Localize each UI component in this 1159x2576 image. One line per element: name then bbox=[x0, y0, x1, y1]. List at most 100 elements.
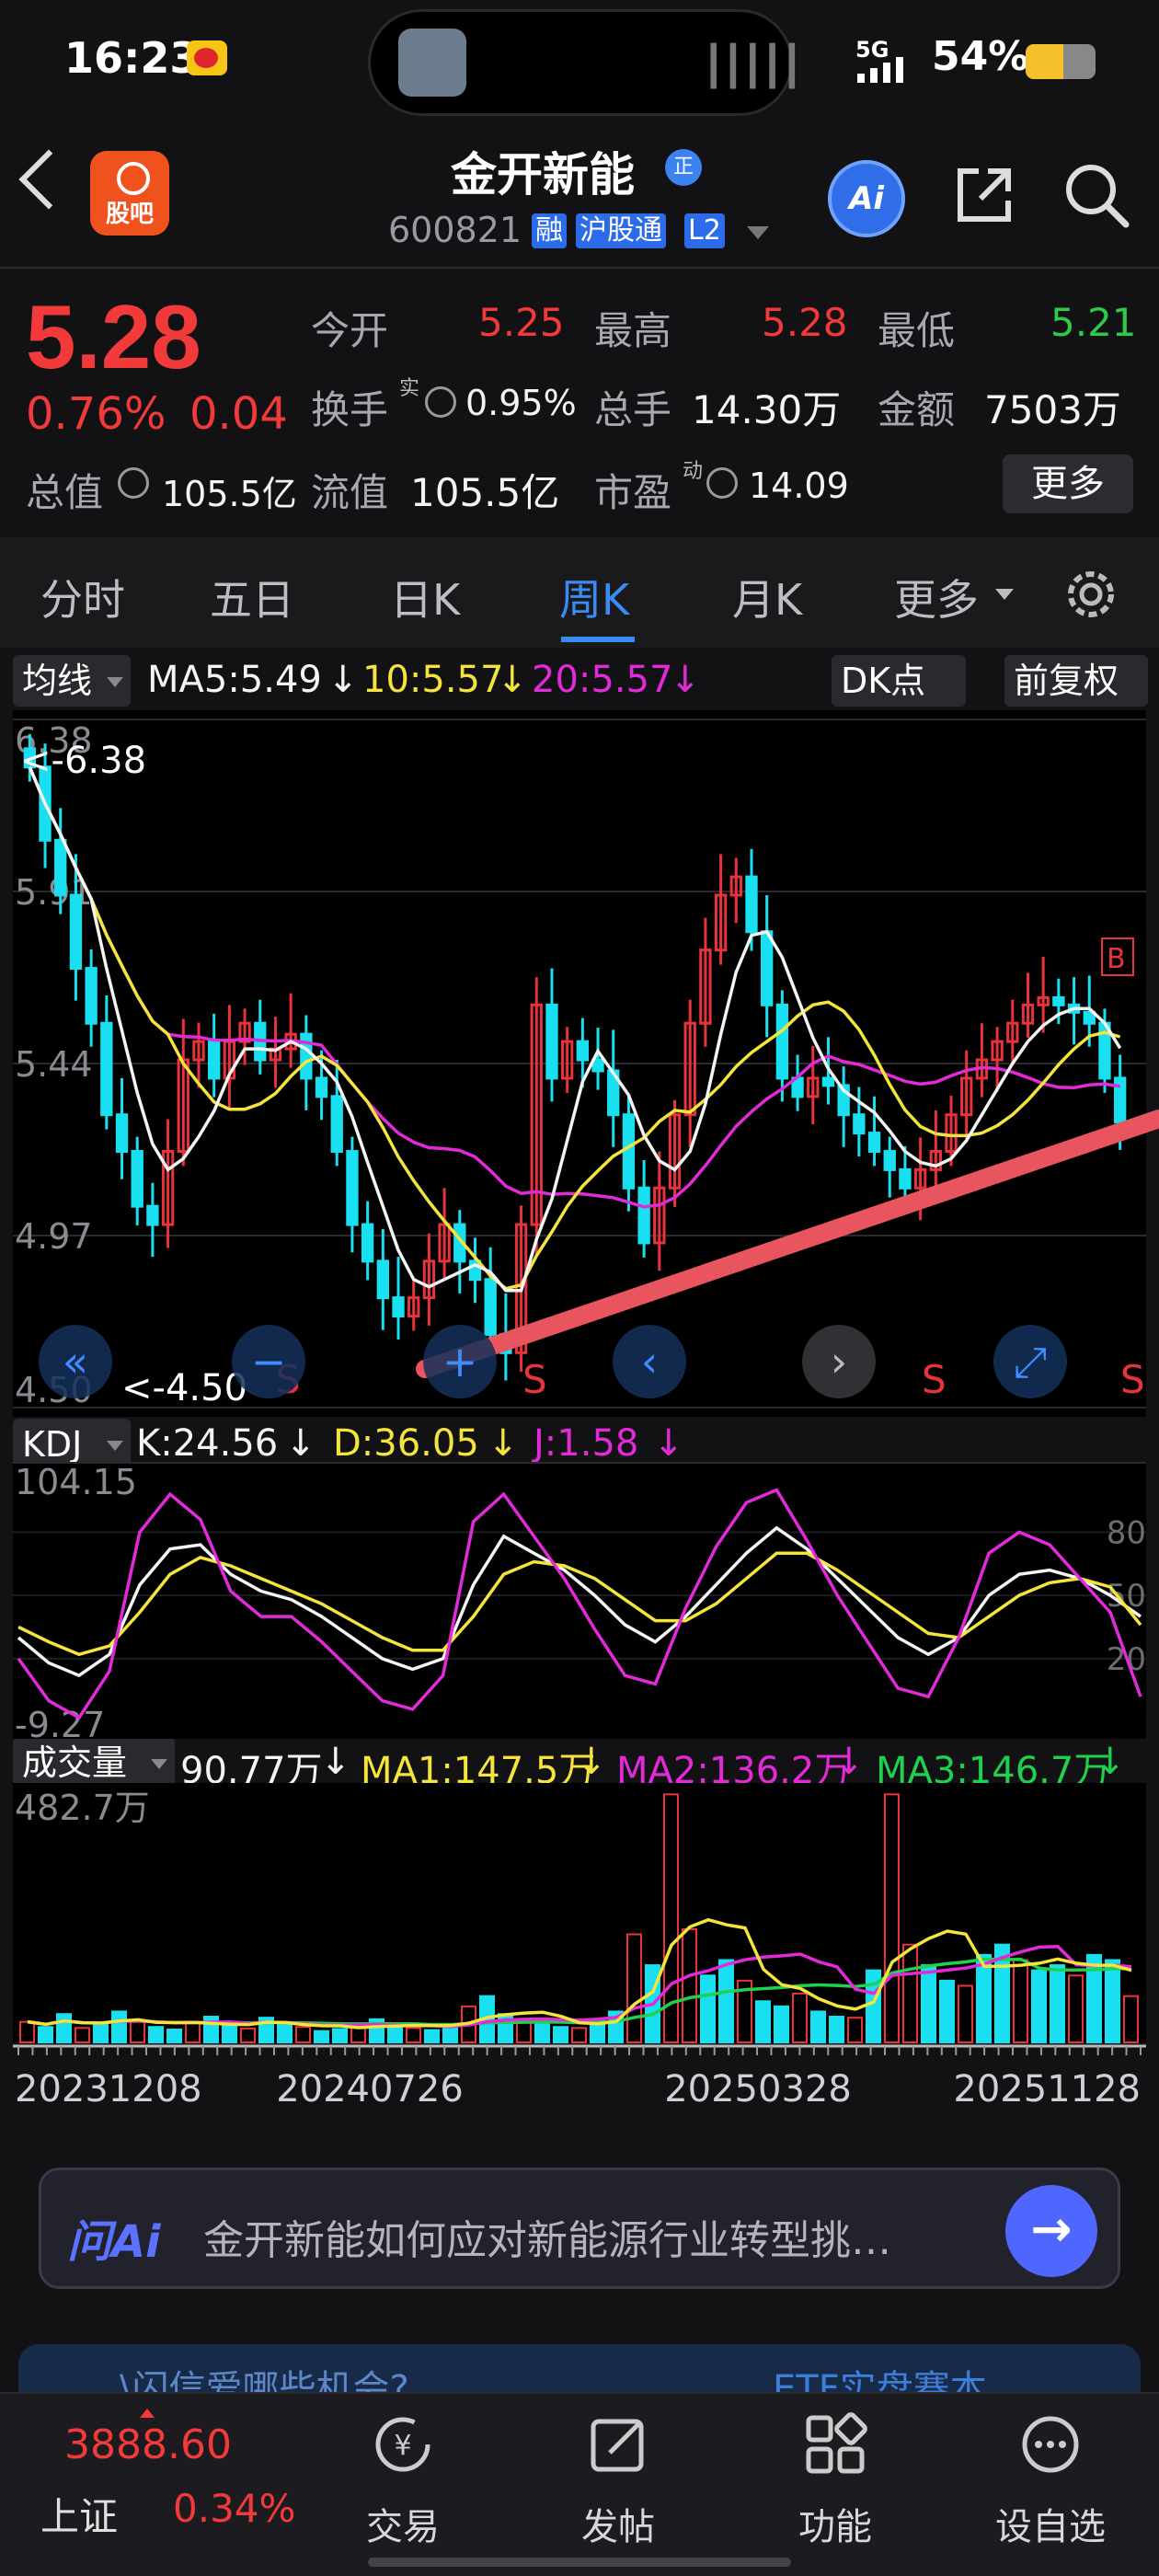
stock-code: 600821 bbox=[388, 210, 522, 250]
info-icon[interactable] bbox=[706, 467, 738, 499]
grid-icon bbox=[806, 2412, 867, 2474]
index-name[interactable]: 上证 bbox=[40, 2486, 118, 2542]
tab-more[interactable]: 更多 bbox=[894, 567, 979, 627]
change-percent: 0.76% bbox=[26, 388, 166, 440]
volume-bar bbox=[93, 2023, 109, 2043]
tab-daily[interactable]: 日K bbox=[390, 567, 460, 627]
arrow-right-icon[interactable]: → bbox=[1005, 2185, 1097, 2277]
nav-label: 发帖 bbox=[581, 2506, 655, 2548]
turnover-value: 0.95% bbox=[465, 383, 577, 423]
ma20-down-arrow: ↓ bbox=[670, 659, 701, 701]
right-tick-label: 80 bbox=[1107, 1514, 1146, 1551]
amount-value: 7503万 bbox=[984, 387, 1121, 432]
min-price-label: <-4.50 bbox=[121, 1367, 247, 1409]
candle bbox=[591, 1058, 604, 1073]
float-cap-label: 流值 bbox=[311, 470, 389, 515]
volume-bar bbox=[718, 1959, 734, 2043]
volume-bar bbox=[755, 2000, 771, 2043]
x-tick-label: 20251128 bbox=[953, 2068, 1141, 2110]
dynamic-island[interactable]: ┃┃┃┃┃ bbox=[368, 9, 803, 116]
guba-button[interactable]: 股吧 bbox=[90, 151, 169, 236]
candle bbox=[821, 1076, 835, 1087]
zoom-in-icon-glyph: + bbox=[442, 1337, 478, 1386]
signal-icon bbox=[857, 57, 903, 83]
info-icon[interactable] bbox=[118, 467, 149, 499]
candle bbox=[745, 875, 758, 934]
current-price: 5.28 bbox=[26, 286, 201, 387]
candle bbox=[330, 1095, 343, 1153]
volume-bar bbox=[222, 2024, 237, 2044]
total-cap-value: 105.5亿 bbox=[162, 474, 297, 514]
candle bbox=[576, 1040, 590, 1062]
ask-ai-question[interactable]: 金开新能如何应对新能源行业转型挑… bbox=[203, 2207, 891, 2266]
volume-bar bbox=[534, 2021, 550, 2043]
candle bbox=[361, 1223, 374, 1263]
turnover-label: 换手 bbox=[311, 387, 389, 432]
ask-ai-logo: 问Ai bbox=[67, 2216, 161, 2268]
level2-tag[interactable]: L2 bbox=[684, 213, 725, 248]
max-price-label: <-6.38 bbox=[20, 740, 146, 782]
volume-bar bbox=[939, 1979, 955, 2043]
weibo-notification-icon bbox=[187, 40, 227, 75]
more-button[interactable]: 更多 bbox=[1003, 454, 1133, 513]
chevron-down-icon[interactable] bbox=[747, 226, 769, 239]
share-icon[interactable] bbox=[951, 162, 1017, 228]
nav-post[interactable]: 发帖 bbox=[545, 2412, 692, 2550]
candle bbox=[775, 1003, 789, 1080]
prev-icon-glyph: ‹ bbox=[641, 1337, 658, 1386]
next-icon-glyph: › bbox=[831, 1337, 847, 1386]
dk-point-button[interactable]: DK点 bbox=[832, 655, 966, 707]
high-label: 最高 bbox=[594, 308, 672, 353]
candle bbox=[100, 1021, 113, 1117]
rewind-icon-glyph: « bbox=[63, 1337, 88, 1386]
index-value[interactable]: 3888.60 bbox=[64, 2421, 232, 2468]
nav-watchlist[interactable]: 设自选 bbox=[977, 2412, 1124, 2550]
float-cap-value: 105.5亿 bbox=[410, 470, 560, 515]
adjust-button[interactable]: 前复权 bbox=[1004, 655, 1148, 707]
stock-chart[interactable]: 6.385.915.444.974.50<-6.38<-4.50SSSSB«−+… bbox=[0, 708, 1159, 2116]
volume-bar bbox=[1050, 1964, 1065, 2043]
volume-bar bbox=[553, 2026, 568, 2043]
volume-bar bbox=[1105, 1959, 1120, 2043]
y-tick-label: 482.7万 bbox=[15, 1788, 150, 1828]
stock-name: 金开新能 bbox=[451, 148, 635, 201]
candle bbox=[376, 1259, 389, 1300]
candle bbox=[315, 1076, 328, 1098]
pe-value: 14.09 bbox=[749, 466, 849, 506]
more-dots-icon bbox=[1022, 2416, 1079, 2473]
pe-mark: 动 bbox=[683, 460, 704, 483]
candle bbox=[622, 1113, 636, 1190]
volume-bar bbox=[810, 2010, 826, 2044]
nav-functions[interactable]: 功能 bbox=[762, 2412, 909, 2550]
nav-trade[interactable]: ¥ 交易 bbox=[329, 2412, 476, 2550]
ma10-value: 10:5.57 bbox=[362, 659, 504, 701]
margin-tag: 融 bbox=[532, 213, 567, 248]
gear-icon[interactable] bbox=[1058, 561, 1124, 627]
candle bbox=[85, 967, 98, 1025]
candle bbox=[484, 1278, 497, 1336]
ai-assistant-button[interactable]: Ai bbox=[828, 160, 905, 237]
edit-icon bbox=[591, 2419, 644, 2472]
candle bbox=[1052, 995, 1065, 1006]
volume-bar bbox=[774, 2005, 789, 2043]
tab-intraday[interactable]: 分时 bbox=[40, 567, 125, 627]
status-bar: 16:23 ┃┃┃┃┃ 5G 54% bbox=[0, 0, 1159, 124]
candle bbox=[637, 1186, 650, 1245]
promo-banner[interactable]: \闪信爱哪些机会? ETF实盘赛本 bbox=[18, 2344, 1141, 2399]
bottom-nav: 3888.60 上证 0.34% ¥ 交易 发帖 功能 设自选 bbox=[0, 2392, 1159, 2576]
amount-label: 金额 bbox=[878, 387, 956, 432]
y-tick-label: 4.97 bbox=[15, 1216, 93, 1257]
search-icon[interactable] bbox=[1060, 158, 1133, 232]
tab-five-day[interactable]: 五日 bbox=[210, 567, 294, 627]
volume-bar bbox=[277, 2023, 293, 2043]
tab-monthly[interactable]: 月K bbox=[732, 567, 802, 627]
nav-label: 功能 bbox=[798, 2506, 872, 2548]
index-change[interactable]: 0.34% bbox=[173, 2486, 295, 2531]
candle bbox=[69, 893, 83, 971]
info-icon[interactable] bbox=[425, 386, 456, 418]
tab-weekly[interactable]: 周K bbox=[559, 567, 629, 627]
candle bbox=[883, 1149, 896, 1171]
back-arrow-icon[interactable] bbox=[18, 149, 79, 210]
ask-ai-box[interactable]: 问Ai 金开新能如何应对新能源行业转型挑… → bbox=[39, 2168, 1120, 2289]
ma5-value: MA5:5.49 bbox=[147, 659, 322, 701]
